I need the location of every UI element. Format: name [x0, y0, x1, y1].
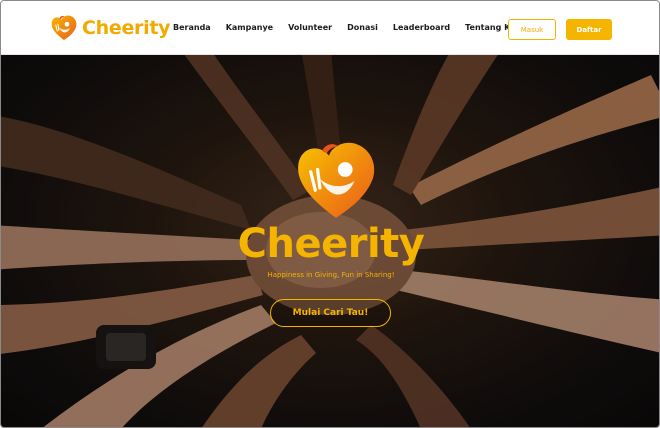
nav-item-volunteer[interactable]: Volunteer — [288, 23, 332, 32]
brand-link[interactable]: Cheerity — [49, 13, 171, 43]
nav-menu: Beranda Kampanye Volunteer Donasi Leader… — [173, 23, 542, 32]
nav-item-leaderboard[interactable]: Leaderboard — [393, 23, 450, 32]
hero-title: Cheerity — [237, 221, 425, 267]
login-button[interactable]: Masuk — [508, 19, 556, 40]
navbar: Cheerity Beranda Kampanye Volunteer Dona… — [1, 1, 659, 55]
heart-flame-logo-icon — [298, 142, 375, 218]
nav-item-kampanye[interactable]: Kampanye — [226, 23, 273, 32]
cta-button[interactable]: Mulai Cari Tau! — [270, 299, 391, 327]
nav-item-beranda[interactable]: Beranda — [173, 23, 211, 32]
register-button[interactable]: Daftar — [566, 19, 612, 40]
brand-name: Cheerity — [82, 17, 171, 39]
nav-item-donasi[interactable]: Donasi — [347, 23, 378, 32]
hero-section: Cheerity Happiness in Giving, Fun in Sha… — [1, 55, 659, 427]
heart-flame-logo-icon — [51, 15, 77, 40]
browser-frame: Cheerity Beranda Kampanye Volunteer Dona… — [0, 0, 660, 428]
hero-tagline: Happiness in Giving, Fun in Sharing! — [267, 271, 395, 279]
